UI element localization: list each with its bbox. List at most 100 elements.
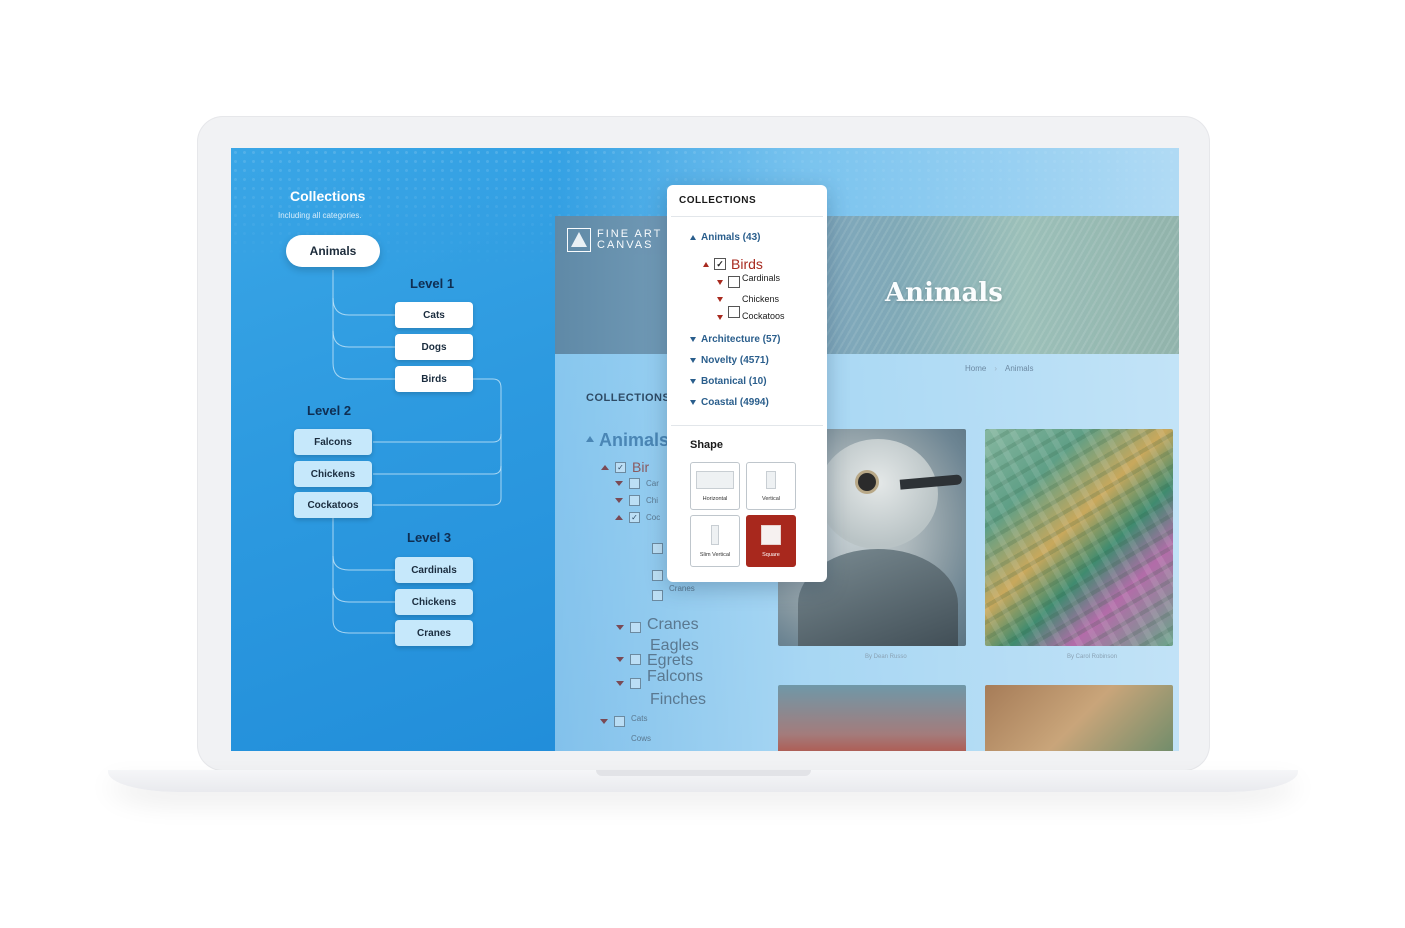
tree-row-cows[interactable]: Cows: [631, 734, 651, 743]
level-1-label: Level 1: [410, 276, 455, 291]
collapse-arrow-icon[interactable]: [601, 464, 609, 470]
tree-row-car[interactable]: Car: [615, 478, 659, 489]
shape-label: Horizontal: [702, 495, 728, 502]
category-label: Birds: [731, 256, 763, 272]
artwork-credit: By Carol Robinson: [1067, 654, 1118, 660]
logo-line-2: CANVAS: [597, 239, 654, 251]
expand-arrow-icon[interactable]: [717, 296, 723, 302]
hero-title: Animals: [885, 278, 1003, 308]
shape-vertical-button[interactable]: Vertical: [746, 462, 796, 510]
diagram-connectors: [332, 270, 502, 634]
expand-arrow-icon[interactable]: [615, 498, 623, 503]
tree-row-coc[interactable]: ✓ Coc: [615, 512, 660, 523]
category-botanical[interactable]: Botanical (10): [690, 376, 767, 387]
expand-arrow-icon[interactable]: [717, 314, 723, 320]
artwork-coral[interactable]: [778, 685, 966, 751]
tree-label: Falcons: [647, 668, 704, 685]
site-collections-heading: COLLECTIONS: [586, 392, 671, 404]
expand-arrow-icon[interactable]: [690, 400, 696, 405]
checkbox-icon[interactable]: [614, 716, 625, 727]
bird-head: [818, 439, 938, 549]
checkbox-icon[interactable]: ✓: [629, 512, 640, 523]
category-novelty[interactable]: Novelty (4571): [690, 355, 769, 366]
artwork-hummingbird[interactable]: [985, 685, 1173, 751]
shape-label: Vertical: [761, 495, 781, 502]
tree-label: Cows: [631, 734, 652, 743]
collapse-arrow-icon[interactable]: [690, 235, 696, 240]
artwork-bird-of-paradise[interactable]: [985, 429, 1173, 646]
collapse-arrow-icon[interactable]: [703, 261, 709, 267]
category-label: Novelty (4571): [701, 355, 769, 366]
node-cats: Cats: [395, 302, 473, 328]
node-birds: Birds: [395, 366, 473, 392]
diagram-title: Collections: [290, 188, 366, 204]
expand-arrow-icon[interactable]: [690, 379, 696, 384]
hero-banner: FINE ART CANVAS Animals: [555, 216, 1179, 354]
shape-square-button[interactable]: Square: [746, 515, 796, 567]
tree-label: Cranes: [669, 584, 695, 593]
category-coastal[interactable]: Coastal (4994): [690, 397, 769, 408]
checkbox-icon[interactable]: [652, 543, 663, 554]
shape-horizontal-button[interactable]: Horizontal: [690, 462, 740, 510]
expand-arrow-icon[interactable]: [616, 656, 624, 662]
tree-label: Chi: [646, 496, 659, 505]
logo-mark-icon: [567, 228, 591, 252]
breadcrumb-home[interactable]: Home: [965, 364, 986, 373]
artwork-credit: By Dean Russo: [865, 654, 907, 660]
checkbox-icon[interactable]: [652, 570, 663, 581]
tree-row-egrets[interactable]: Egrets: [616, 650, 693, 669]
category-architecture[interactable]: Architecture (57): [690, 334, 780, 345]
subcategory-chickens[interactable]: Chickens: [717, 294, 782, 304]
tree-row-cranes[interactable]: Cranes: [616, 616, 699, 636]
breadcrumb: Home › Animals: [965, 364, 1033, 373]
node-cockatoos: Cockatoos: [294, 492, 372, 518]
subcategory-label: Chickens: [742, 294, 780, 304]
shape-label: Slim Vertical: [699, 551, 731, 558]
tree-row-cranes-sub[interactable]: Cranes: [652, 584, 695, 601]
tree-row-finches[interactable]: Finches: [650, 691, 706, 709]
expand-arrow-icon[interactable]: [600, 719, 608, 724]
expand-arrow-icon[interactable]: [616, 680, 624, 686]
tree-row-falcons[interactable]: Falcons: [616, 668, 703, 692]
checkbox-icon[interactable]: [630, 621, 641, 633]
subcategory-label: Cockatoos: [742, 311, 785, 321]
checkbox-icon[interactable]: [629, 478, 640, 489]
subcategory-label: Cardinals: [742, 273, 781, 283]
node-chickens: Chickens: [294, 461, 372, 487]
checkbox-icon[interactable]: [652, 590, 663, 601]
site-logo[interactable]: FINE ART CANVAS: [567, 228, 662, 252]
checkbox-icon[interactable]: [629, 495, 640, 506]
checkbox-icon[interactable]: [630, 653, 641, 665]
expand-arrow-icon[interactable]: [690, 358, 696, 363]
expand-arrow-icon[interactable]: [690, 337, 696, 342]
checkbox-icon[interactable]: ✓: [615, 461, 626, 473]
checkbox-icon[interactable]: [630, 677, 641, 689]
collapse-arrow-icon[interactable]: [586, 436, 594, 442]
tree-row-birds[interactable]: ✓ Bir: [601, 459, 649, 475]
divider: [671, 425, 823, 426]
category-label: Architecture (57): [701, 334, 781, 345]
tree-row-empty-2[interactable]: [652, 570, 663, 581]
category-birds[interactable]: ✓ Birds: [703, 256, 763, 272]
category-animals[interactable]: Animals (43): [690, 232, 760, 243]
expand-arrow-icon[interactable]: [717, 279, 723, 285]
node-chickens-l3: Chickens: [395, 589, 473, 615]
subcategory-cardinals[interactable]: Cardinals: [717, 273, 783, 288]
level-2-label: Level 2: [307, 403, 352, 418]
checkbox-checked-icon[interactable]: ✓: [714, 258, 726, 270]
shape-slim-vertical-button[interactable]: Slim Vertical: [690, 515, 740, 567]
tree-label: Cats: [631, 714, 648, 723]
tree-row-empty-1[interactable]: [652, 543, 663, 554]
expand-arrow-icon[interactable]: [615, 481, 623, 486]
collapse-arrow-icon[interactable]: [615, 515, 623, 520]
subcategory-cockatoos[interactable]: Cockatoos: [717, 306, 788, 321]
checkbox-icon[interactable]: [728, 276, 740, 288]
expand-arrow-icon[interactable]: [616, 624, 624, 630]
site-sidebar-title[interactable]: Animals: [599, 430, 669, 451]
tree-row-chi[interactable]: Chi: [615, 495, 658, 506]
checkbox-icon[interactable]: [728, 306, 740, 318]
slim-vertical-shape-icon: [711, 524, 719, 545]
category-label: Animals (43): [701, 232, 761, 243]
tree-row-cats[interactable]: Cats: [600, 714, 648, 727]
shape-label: Square: [762, 551, 780, 558]
